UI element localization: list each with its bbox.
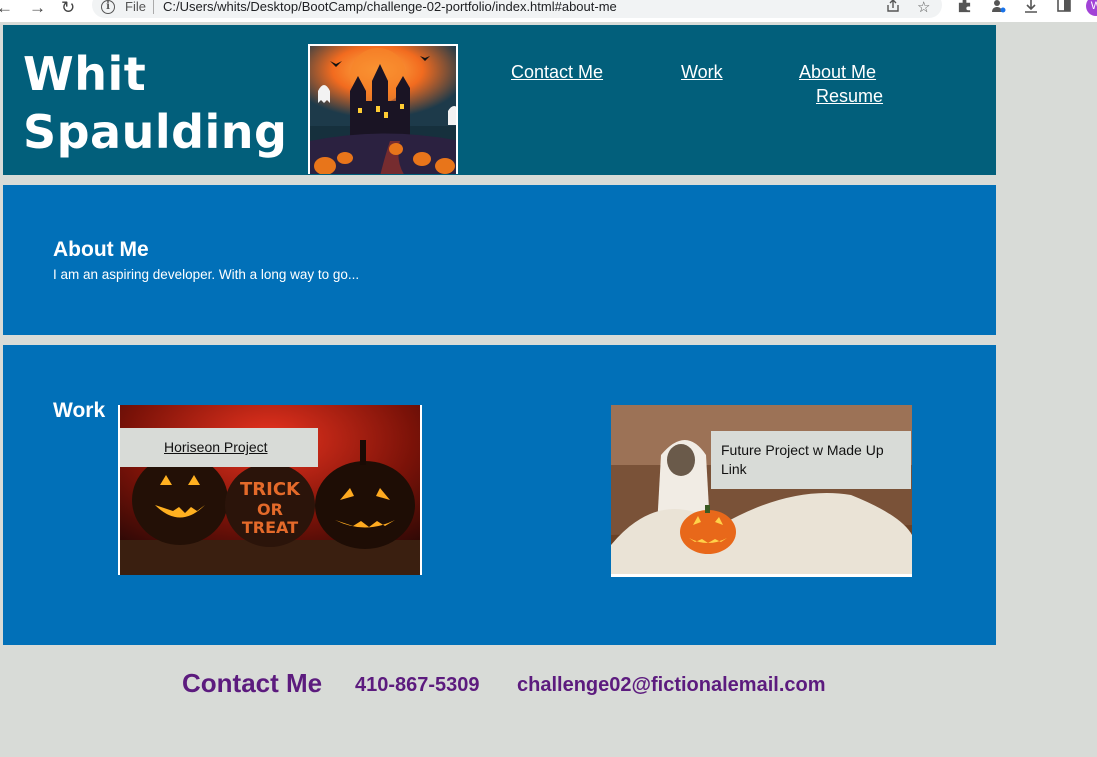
extensions-icon[interactable]: [957, 0, 972, 17]
contact-footer: Contact Me 410-867-5309 challenge02@fict…: [0, 645, 996, 757]
back-icon[interactable]: ←: [0, 0, 13, 16]
about-section: About Me I am an aspiring developer. Wit…: [3, 185, 996, 335]
nav-contact-link[interactable]: Contact Me: [511, 62, 603, 83]
info-icon[interactable]: i: [101, 0, 115, 14]
nav-about-link[interactable]: About Me: [799, 62, 876, 83]
browser-toolbar: ← → ↻ i File C:/Users/whits/Desktop/Boot…: [0, 0, 1097, 22]
contact-email[interactable]: challenge02@fictionalemail.com: [517, 674, 826, 697]
project-card-horiseon[interactable]: TRICK OR TREAT Horiseon Project: [118, 405, 422, 575]
svg-text:TREAT: TREAT: [242, 518, 298, 537]
work-section: Work TRICK OR TREAT Horiseon Project Fut…: [3, 345, 996, 645]
profile-avatar[interactable]: W: [1086, 0, 1097, 16]
download-icon[interactable]: [1023, 0, 1039, 18]
share-icon[interactable]: [885, 0, 901, 18]
site-header: Whit Spaulding Contact Me Work About Me …: [3, 25, 996, 175]
extension-person-icon[interactable]: [990, 0, 1006, 18]
project-link-horiseon[interactable]: Horiseon Project: [120, 428, 318, 467]
work-heading: Work: [53, 399, 106, 422]
side-panel-icon[interactable]: [1057, 0, 1071, 16]
forward-icon[interactable]: →: [29, 0, 46, 16]
url-divider: [153, 0, 154, 14]
contact-phone[interactable]: 410-867-5309: [355, 674, 480, 697]
contact-heading: Contact Me: [182, 668, 323, 698]
project-card-future[interactable]: Future Project w Made Up Link: [611, 405, 912, 577]
site-title: Whit Spaulding: [23, 47, 288, 159]
svg-text:TRICK: TRICK: [240, 479, 301, 500]
nav-work-link[interactable]: Work: [681, 62, 723, 83]
nav-resume-link[interactable]: Resume: [816, 86, 883, 107]
about-heading: About Me: [53, 238, 149, 261]
project-link-future[interactable]: Future Project w Made Up Link: [711, 431, 911, 489]
halloween-castle-image: [308, 44, 458, 174]
reload-icon[interactable]: ↻: [61, 0, 75, 16]
file-scheme-label: File: [125, 0, 146, 14]
svg-text:OR: OR: [257, 500, 283, 519]
url-text[interactable]: C:/Users/whits/Desktop/BootCamp/challeng…: [163, 0, 617, 14]
star-icon[interactable]: ☆: [917, 0, 930, 16]
about-text: I am an aspiring developer. With a long …: [53, 267, 360, 282]
